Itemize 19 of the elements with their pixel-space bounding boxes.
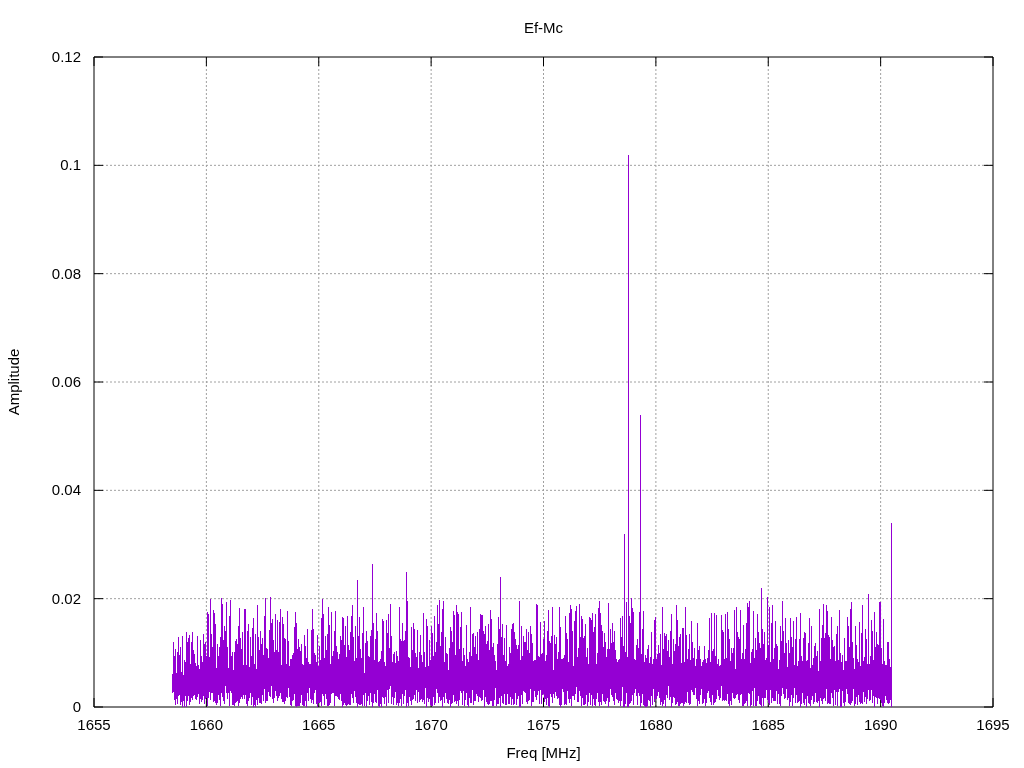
x-tick-label: 1690 — [863, 716, 898, 733]
x-tick-label: 1685 — [751, 716, 785, 733]
x-tick-label: 1655 — [77, 716, 111, 733]
chart-title: Ef-Mc — [523, 19, 564, 36]
y-tick-label: 0.12 — [51, 48, 81, 65]
y-tick-label: 0.08 — [51, 264, 81, 282]
x-tick-label: 1670 — [414, 716, 448, 733]
x-tick-label: 1660 — [189, 716, 224, 733]
x-tick-label: 1695 — [976, 716, 1010, 733]
y-tick-label: 0.1 — [60, 156, 81, 174]
x-tick-label: 1680 — [639, 716, 673, 733]
x-axis-label: Freq [MHz] — [506, 744, 581, 761]
y-axis-label: Amplitude — [5, 348, 22, 416]
y-tick-label: 0.04 — [51, 481, 81, 499]
y-tick-label: 0 — [72, 698, 81, 715]
y-tick-label: 0.02 — [51, 589, 81, 607]
y-tick-label: 0.06 — [51, 373, 81, 390]
x-tick-label: 1675 — [526, 716, 561, 733]
x-tick-label: 1665 — [302, 716, 336, 733]
